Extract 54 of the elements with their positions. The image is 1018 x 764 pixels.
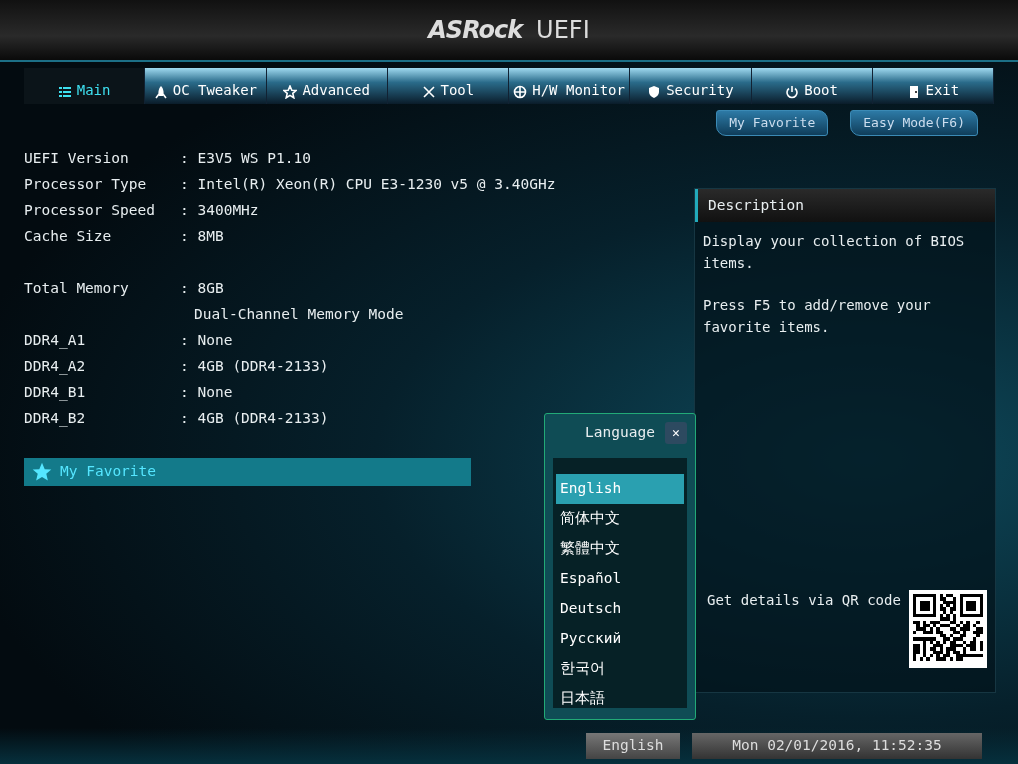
tab[interactable]: Advanced [266,68,388,104]
language-option[interactable]: Deutsch [556,594,684,624]
info-value: : 8MB [180,226,224,246]
tab[interactable]: Exit [872,68,994,104]
info-label: DDR4_B1 [24,382,87,403]
qr-caption: Get details via QR code [707,590,901,610]
dialog-title: Language [585,423,655,443]
info-value: : E3V5 WS P1.10 [180,148,311,168]
star-icon [283,85,298,99]
info-label: Cache Size [24,226,113,246]
shield-icon [647,85,662,99]
panel-title: Description [695,188,995,223]
mode-button[interactable]: My Favorite [716,110,829,136]
tab[interactable]: Boot [751,68,873,104]
info-label: DDR4_A1 [24,330,87,351]
info-value: : 3400MHz [180,200,259,220]
date-time: Mon 02/01/2016, 11:52:35 [692,733,982,759]
list-icon [57,85,72,99]
language-option[interactable]: 简体中文 [556,504,684,534]
description-text: Display your collection of BIOS items. [702,232,966,274]
language-option[interactable]: Русский [556,624,684,654]
info-label: Total Memory [24,278,130,298]
tab[interactable]: Tool [387,68,509,104]
info-label: DDR4_B2 [24,408,87,429]
tools-icon [421,85,436,99]
qr-code-icon [909,589,987,668]
tab[interactable]: Main [24,68,146,104]
tab[interactable]: OC Tweaker [145,68,267,104]
crosshair-icon [513,85,528,99]
info-label: DDR4_A2 [24,356,87,377]
info-label: UEFI Version [24,148,130,168]
tab[interactable]: H/W Monitor [509,68,631,104]
info-value: : 4GB (DDR4-2133) [180,356,329,376]
info-value: : 8GB [180,278,224,298]
power-icon [785,85,800,99]
info-label: Processor Type [24,174,148,194]
info-label: Processor Speed [24,200,156,220]
close-button[interactable]: ✕ [665,422,687,444]
app-title: UEFI [536,15,590,46]
info-value: : Intel(R) Xeon(R) CPU E3-1230 v5 @ 3.40GHz [180,174,556,194]
description-text: Press F5 to add/remove your favorite items. [702,296,932,338]
language-option[interactable]: 한국어 [556,654,684,684]
tab[interactable]: Security [630,68,752,104]
language-option[interactable]: 繁體中文 [556,534,684,564]
info-value: : None [180,382,233,402]
brand-logo: ASRock [428,15,523,46]
star-icon [32,461,52,482]
language-option[interactable]: Español [556,564,684,594]
info-note: Dual-Channel Memory Mode [193,304,404,324]
language-option[interactable]: 日本語 [556,684,684,714]
mode-button[interactable]: Easy Mode(F6) [850,110,978,136]
info-value: : 4GB (DDR4-2133) [180,408,329,428]
info-value: : None [180,330,233,350]
language-button[interactable]: English [586,733,680,759]
